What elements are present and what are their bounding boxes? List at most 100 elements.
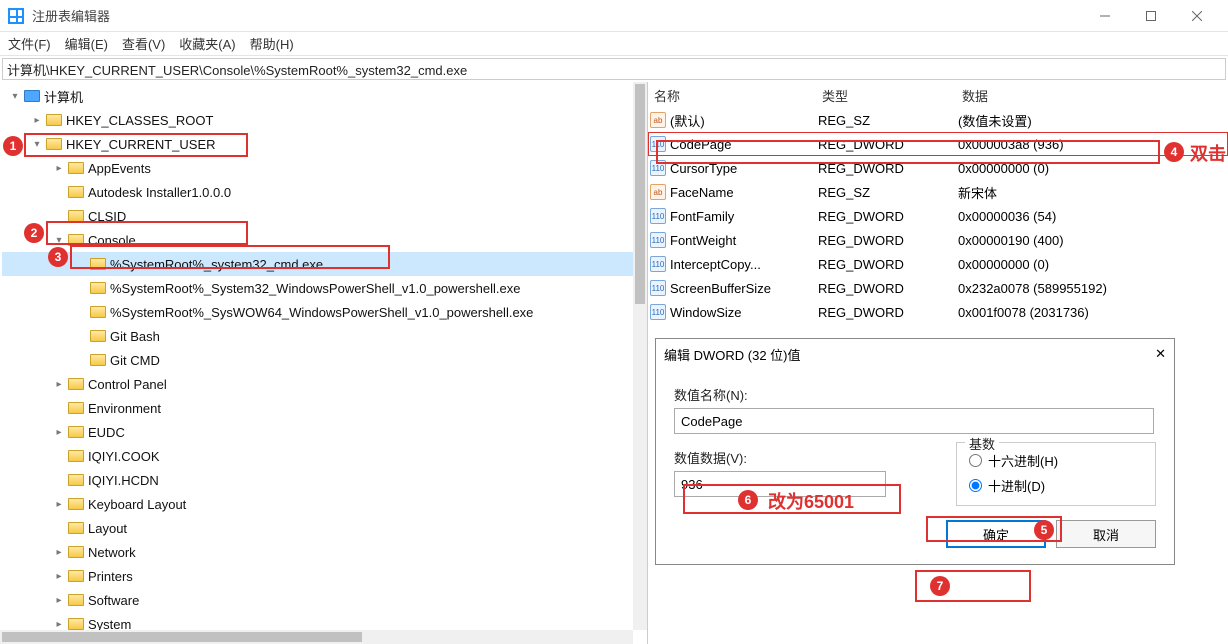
dialog-titlebar[interactable]: 编辑 DWORD (32 位)值 ✕ — [656, 339, 1174, 369]
edit-dword-dialog: 编辑 DWORD (32 位)值 ✕ 数值名称(N): 数值数据(V): 基数 … — [655, 338, 1175, 565]
tree-item[interactable]: 计算机 — [2, 84, 647, 108]
tree-item-label: 计算机 — [44, 87, 83, 106]
tree-item-label: HKEY_CLASSES_ROOT — [66, 113, 213, 128]
tree-item[interactable]: Printers — [2, 564, 647, 588]
menu-favorites[interactable]: 收藏夹(A) — [179, 34, 235, 53]
tree-item-label: Keyboard Layout — [88, 497, 186, 512]
tree-item[interactable]: %SystemRoot%_System32_WindowsPowerShell_… — [2, 276, 647, 300]
menu-help[interactable]: 帮助(H) — [250, 34, 294, 53]
chevron-icon[interactable] — [52, 497, 66, 511]
tree-item[interactable]: Control Panel — [2, 372, 647, 396]
chevron-icon[interactable] — [52, 617, 66, 631]
chevron-icon[interactable] — [8, 89, 22, 103]
tree-item[interactable]: IQIYI.HCDN — [2, 468, 647, 492]
annotation-box-2 — [46, 221, 248, 245]
col-header-name[interactable]: 名称 — [648, 86, 816, 105]
folder-icon — [90, 306, 106, 318]
dword-value-icon: 110 — [650, 256, 666, 272]
dword-value-icon: 110 — [650, 304, 666, 320]
value-type: REG_SZ — [818, 113, 958, 128]
base-legend: 基数 — [965, 434, 999, 453]
folder-icon — [68, 378, 84, 390]
list-row[interactable]: 110FontWeightREG_DWORD0x00000190 (400) — [648, 228, 1228, 252]
col-header-type[interactable]: 类型 — [816, 86, 956, 105]
value-data: 新宋体 — [958, 183, 1228, 202]
tree-item[interactable]: HKEY_CLASSES_ROOT — [2, 108, 647, 132]
list-row[interactable]: ab(默认)REG_SZ(数值未设置) — [648, 108, 1228, 132]
list-row[interactable]: 110FontFamilyREG_DWORD0x00000036 (54) — [648, 204, 1228, 228]
value-data: 0x00000036 (54) — [958, 209, 1228, 224]
tree-item-label: EUDC — [88, 425, 125, 440]
maximize-button[interactable] — [1128, 0, 1174, 32]
chevron-icon[interactable] — [52, 545, 66, 559]
value-type: REG_DWORD — [818, 233, 958, 248]
tree-item[interactable]: Environment — [2, 396, 647, 420]
dword-value-icon: 110 — [650, 232, 666, 248]
annotation-text-6: 改为65001 — [768, 488, 854, 514]
computer-icon — [24, 90, 40, 102]
minimize-button[interactable] — [1082, 0, 1128, 32]
address-bar[interactable]: 计算机\HKEY_CURRENT_USER\Console\%SystemRoo… — [2, 58, 1226, 80]
tree-item[interactable]: Autodesk Installer1.0.0.0 — [2, 180, 647, 204]
tree-item[interactable]: Keyboard Layout — [2, 492, 647, 516]
tree-item[interactable]: Software — [2, 588, 647, 612]
radio-dec[interactable]: 十进制(D) — [969, 476, 1143, 495]
menu-file[interactable]: 文件(F) — [8, 34, 51, 53]
radio-dec-input[interactable] — [969, 479, 982, 492]
value-name: (默认) — [670, 111, 705, 130]
chevron-icon[interactable] — [52, 161, 66, 175]
tree-vertical-scrollbar[interactable] — [633, 82, 647, 630]
tree-item[interactable]: Git CMD — [2, 348, 647, 372]
radio-hex-label: 十六进制(H) — [988, 451, 1058, 470]
tree-item-label: Autodesk Installer1.0.0.0 — [88, 185, 231, 200]
tree-item-label: Printers — [88, 569, 133, 584]
folder-icon — [68, 186, 84, 198]
chevron-icon[interactable] — [52, 425, 66, 439]
list-row[interactable]: 110InterceptCopy...REG_DWORD0x00000000 (… — [648, 252, 1228, 276]
tree-item[interactable]: Layout — [2, 516, 647, 540]
chevron-icon[interactable] — [52, 377, 66, 391]
menubar: 文件(F) 编辑(E) 查看(V) 收藏夹(A) 帮助(H) — [0, 32, 1228, 56]
annotation-box-3 — [70, 245, 390, 269]
radio-hex-input[interactable] — [969, 454, 982, 467]
annotation-badge-4: 4 — [1164, 142, 1184, 162]
tree-item-label: IQIYI.HCDN — [88, 473, 159, 488]
value-type: REG_SZ — [818, 185, 958, 200]
string-value-icon: ab — [650, 184, 666, 200]
chevron-icon[interactable] — [30, 113, 44, 127]
col-header-data[interactable]: 数据 — [956, 86, 1228, 105]
annotation-badge-7: 7 — [930, 576, 950, 596]
annotation-badge-3: 3 — [48, 247, 68, 267]
value-type: REG_DWORD — [818, 257, 958, 272]
cancel-button[interactable]: 取消 — [1056, 520, 1156, 548]
radio-hex[interactable]: 十六进制(H) — [969, 451, 1143, 470]
menu-edit[interactable]: 编辑(E) — [65, 34, 108, 53]
dialog-close-icon[interactable]: ✕ — [1155, 346, 1166, 362]
folder-icon — [90, 330, 106, 342]
tree-item-label: IQIYI.COOK — [88, 449, 160, 464]
chevron-icon[interactable] — [52, 569, 66, 583]
registry-tree[interactable]: 计算机HKEY_CLASSES_ROOTHKEY_CURRENT_USERApp… — [0, 82, 647, 644]
tree-item[interactable]: Git Bash — [2, 324, 647, 348]
tree-item[interactable]: AppEvents — [2, 156, 647, 180]
close-button[interactable] — [1174, 0, 1220, 32]
list-header: 名称 类型 数据 — [648, 82, 1228, 108]
folder-icon — [68, 402, 84, 414]
menu-view[interactable]: 查看(V) — [122, 34, 165, 53]
tree-item[interactable]: %SystemRoot%_SysWOW64_WindowsPowerShell_… — [2, 300, 647, 324]
window-title: 注册表编辑器 — [32, 6, 1082, 25]
list-row[interactable]: 110WindowSizeREG_DWORD0x001f0078 (203173… — [648, 300, 1228, 324]
annotation-box-1 — [24, 133, 248, 157]
chevron-icon[interactable] — [52, 593, 66, 607]
value-name-input[interactable] — [674, 408, 1154, 434]
tree-item[interactable]: EUDC — [2, 420, 647, 444]
list-row[interactable]: 110ScreenBufferSizeREG_DWORD0x232a0078 (… — [648, 276, 1228, 300]
list-row[interactable]: abFaceNameREG_SZ新宋体 — [648, 180, 1228, 204]
folder-icon — [68, 474, 84, 486]
annotation-text-4: 双击 — [1190, 140, 1226, 166]
tree-item-label: AppEvents — [88, 161, 151, 176]
tree-horizontal-scrollbar[interactable] — [0, 630, 633, 644]
tree-item[interactable]: Network — [2, 540, 647, 564]
tree-item[interactable]: IQIYI.COOK — [2, 444, 647, 468]
value-type: REG_DWORD — [818, 305, 958, 320]
